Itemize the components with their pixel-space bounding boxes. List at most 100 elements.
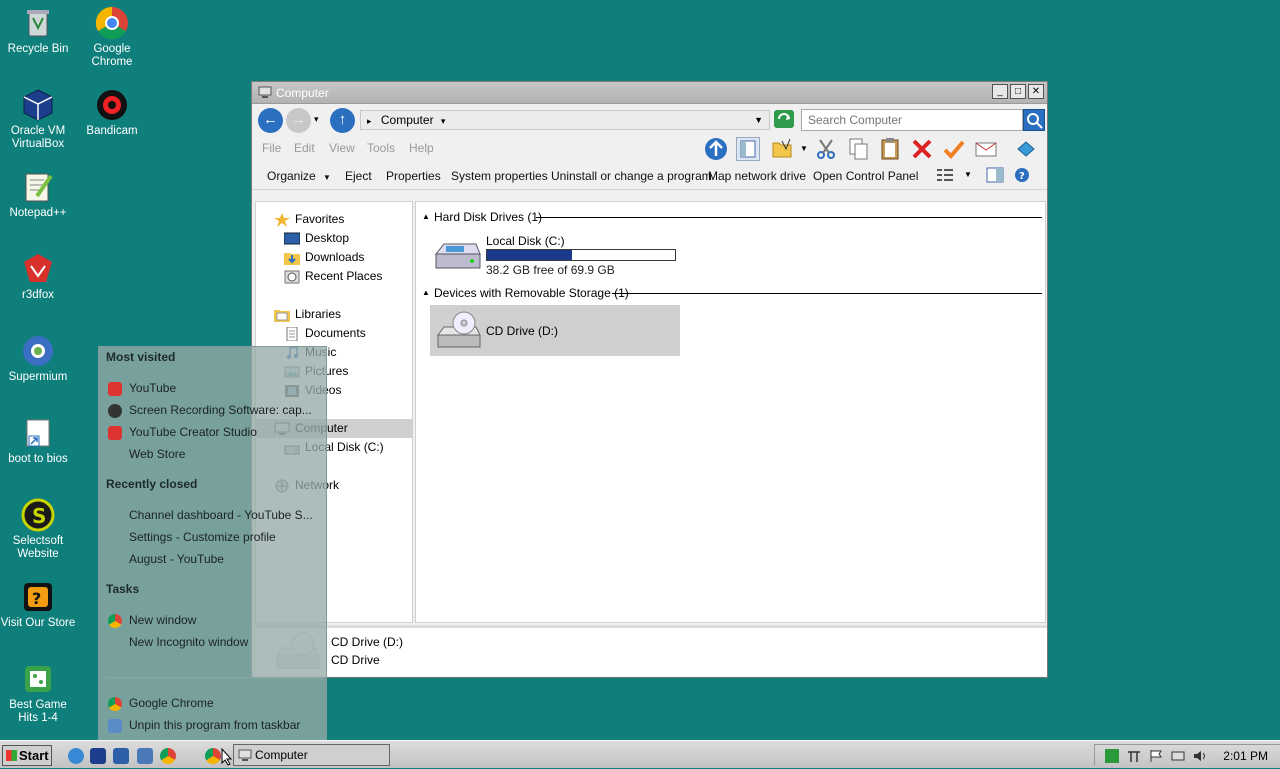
jumplist-item[interactable]: Channel dashboard - YouTube S... <box>129 508 313 522</box>
paste-icon[interactable] <box>878 137 902 161</box>
refresh-button[interactable] <box>774 110 794 128</box>
nav-downloads[interactable]: Downloads <box>284 248 364 267</box>
nav-libraries[interactable]: Libraries <box>274 305 341 324</box>
collapse-group-icon[interactable]: ▲ <box>422 288 430 297</box>
properties-button[interactable]: Properties <box>386 169 441 183</box>
title-bar[interactable]: Computer _ □ ✕ <box>252 82 1047 104</box>
address-chevron-icon: ▸ <box>367 116 372 126</box>
up-button[interactable]: ↑ <box>330 108 355 133</box>
game-icon <box>21 662 55 696</box>
start-button[interactable]: Start <box>2 745 52 766</box>
drive-tile-cd-drive[interactable]: CD Drive (D:) <box>430 305 680 356</box>
folder-options-chevron-icon[interactable]: ▼ <box>800 144 808 153</box>
desktop-icon-bandicam[interactable]: Bandicam <box>74 88 150 138</box>
details-pane: CD Drive (D:) CD Drive <box>255 625 1047 676</box>
email-icon[interactable] <box>974 137 998 161</box>
forward-button[interactable]: → <box>286 108 311 133</box>
cut-icon[interactable] <box>814 137 838 161</box>
network-globe-icon[interactable] <box>1014 137 1038 161</box>
nav-favorites[interactable]: Favorites <box>274 210 344 229</box>
group-header-removable-storage[interactable]: Devices with Removable Storage (1) <box>434 286 629 300</box>
taskbar-button-computer[interactable]: Computer <box>233 744 390 766</box>
jumplist-open-chrome[interactable]: Google Chrome <box>129 696 214 710</box>
desktop-icon-boot-to-bios[interactable]: boot to bios <box>0 416 76 466</box>
drive-tile-local-disk[interactable]: Local Disk (C:) 38.2 GB free of 69.9 GB <box>430 230 680 280</box>
ie-icon[interactable] <box>68 748 84 764</box>
properties-check-icon[interactable] <box>942 137 966 161</box>
maximize-button[interactable]: □ <box>1010 84 1026 99</box>
group-header-hard-disk-drives[interactable]: Hard Disk Drives (1) <box>434 210 542 224</box>
explorer-icon[interactable] <box>137 748 153 764</box>
nav-documents[interactable]: Documents <box>284 324 366 343</box>
nav-recent-places[interactable]: Recent Places <box>284 267 382 286</box>
recent-pages-chevron-icon[interactable]: ▾ <box>314 114 319 125</box>
group-divider <box>536 217 1042 218</box>
minimize-button[interactable]: _ <box>992 84 1008 99</box>
organize-button[interactable]: Organize ▼ <box>267 169 331 183</box>
jumplist-item[interactable]: Web Store <box>129 447 185 461</box>
chrome-icon[interactable] <box>205 748 221 764</box>
collapse-group-icon[interactable]: ▲ <box>422 212 430 221</box>
address-text: Computer <box>380 113 434 127</box>
details-type: CD Drive <box>331 653 380 667</box>
desktop-icon-selectsoft[interactable]: S Selectsoft Website <box>0 498 76 561</box>
jumplist-item[interactable]: August - YouTube <box>129 552 224 566</box>
jumplist-item[interactable]: Settings - Customize profile <box>129 530 276 544</box>
nav-desktop[interactable]: Desktop <box>283 229 349 248</box>
store-icon: ? <box>21 580 55 614</box>
open-control-panel-button[interactable]: Open Control Panel <box>813 169 918 183</box>
address-dropdown-icon[interactable]: ▼ <box>754 111 763 129</box>
desktop-icon[interactable] <box>113 748 129 764</box>
jumplist-unpin[interactable]: Unpin this program from taskbar <box>129 718 300 732</box>
desktop-icon-supermium[interactable]: Supermium <box>0 334 76 384</box>
flag-icon[interactable] <box>1149 749 1163 763</box>
network-tray-icon[interactable] <box>1171 749 1185 763</box>
jumplist-item[interactable]: YouTube <box>129 381 176 395</box>
virtualbox-icon[interactable] <box>90 748 106 764</box>
desktop-icon-label: Supermium <box>8 371 68 383</box>
menu-edit[interactable]: Edit <box>294 141 315 155</box>
eject-button[interactable]: Eject <box>345 169 372 183</box>
uninstall-program-button[interactable]: Uninstall or change a program <box>551 169 712 183</box>
cd-drive-icon <box>434 311 482 354</box>
folder-options-icon[interactable] <box>770 137 794 161</box>
view-chevron-icon[interactable]: ▼ <box>964 170 972 179</box>
jumplist-task-new-window[interactable]: New window <box>129 613 196 627</box>
clock[interactable]: 2:01 PM <box>1223 749 1268 763</box>
desktop-icon-recycle-bin[interactable]: Recycle Bin <box>0 6 76 56</box>
help-icon[interactable]: ? <box>1014 167 1030 186</box>
svg-text:?: ? <box>32 589 41 608</box>
delete-icon[interactable] <box>910 137 934 161</box>
jumplist-item[interactable]: YouTube Creator Studio <box>129 425 257 439</box>
menu-file[interactable]: File <box>262 141 281 155</box>
volume-icon[interactable] <box>1193 749 1207 763</box>
search-input[interactable] <box>801 109 1023 131</box>
chrome-icon[interactable] <box>160 748 176 764</box>
shortcut-icon <box>21 416 55 450</box>
jumplist-item[interactable]: Screen Recording Software: cap... <box>129 403 312 417</box>
menu-help[interactable]: Help <box>409 141 434 155</box>
desktop-icon-google-chrome[interactable]: Google Chrome <box>74 6 150 69</box>
view-options-icon[interactable] <box>936 168 954 185</box>
menu-view[interactable]: View <box>329 141 355 155</box>
system-properties-button[interactable]: System properties <box>451 169 548 183</box>
tray-green-icon[interactable] <box>1105 749 1119 763</box>
address-box[interactable]: ▸ Computer ▾ ▼ <box>360 110 770 130</box>
tray-ime-icon[interactable] <box>1127 749 1141 763</box>
map-network-drive-button[interactable]: Map network drive <box>708 169 806 183</box>
nav-label: Recent Places <box>305 269 383 283</box>
desktop-icon-best-game-hits[interactable]: Best Game Hits 1-4 <box>0 662 76 725</box>
back-button[interactable]: ← <box>258 108 283 133</box>
jumplist-task-new-incognito[interactable]: New Incognito window <box>129 635 248 649</box>
menu-tools[interactable]: Tools <box>367 141 395 155</box>
desktop-icon-virtualbox[interactable]: Oracle VM VirtualBox <box>0 88 76 151</box>
preview-pane-toggle-icon[interactable] <box>986 167 1004 186</box>
desktop-icon-visit-our-store[interactable]: ? Visit Our Store <box>0 580 76 630</box>
close-button[interactable]: ✕ <box>1028 84 1044 99</box>
copy-icon[interactable] <box>846 137 870 161</box>
preview-pane-icon[interactable] <box>736 137 760 161</box>
up-folder-icon[interactable] <box>704 137 728 161</box>
desktop-icon-r3dfox[interactable]: r3dfox <box>0 252 76 302</box>
desktop-icon-notepad-plus[interactable]: Notepad++ <box>0 170 76 220</box>
search-button[interactable] <box>1023 109 1045 131</box>
